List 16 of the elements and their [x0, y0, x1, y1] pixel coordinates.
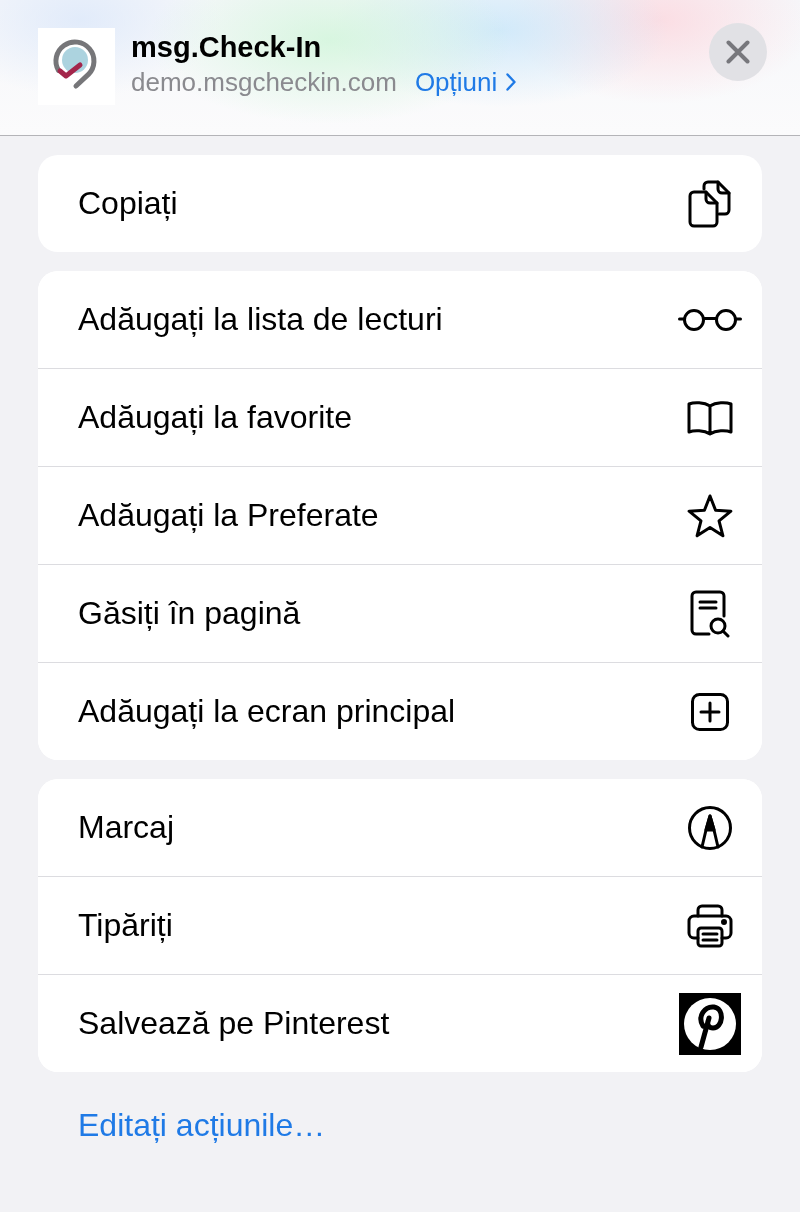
pin-logo-icon	[38, 28, 115, 105]
document-search-icon	[690, 589, 730, 638]
app-title: msg.Check-In	[131, 30, 322, 64]
chevron-right-icon	[506, 73, 517, 91]
printer-icon	[686, 903, 734, 948]
edit-actions-link[interactable]: Editați acțiunile…	[78, 1107, 326, 1143]
plus-square-icon	[691, 692, 729, 731]
close-icon	[726, 40, 750, 64]
pen-nib-icon	[688, 805, 732, 850]
glasses-icon	[678, 308, 742, 331]
book-icon	[686, 399, 734, 436]
site-url: demo.msgcheckin.com	[131, 67, 397, 97]
star-icon	[686, 493, 734, 538]
pinterest-logo-icon	[679, 992, 741, 1055]
options-link[interactable]: Opțiuni	[414, 67, 517, 97]
copy-icon	[688, 179, 732, 228]
